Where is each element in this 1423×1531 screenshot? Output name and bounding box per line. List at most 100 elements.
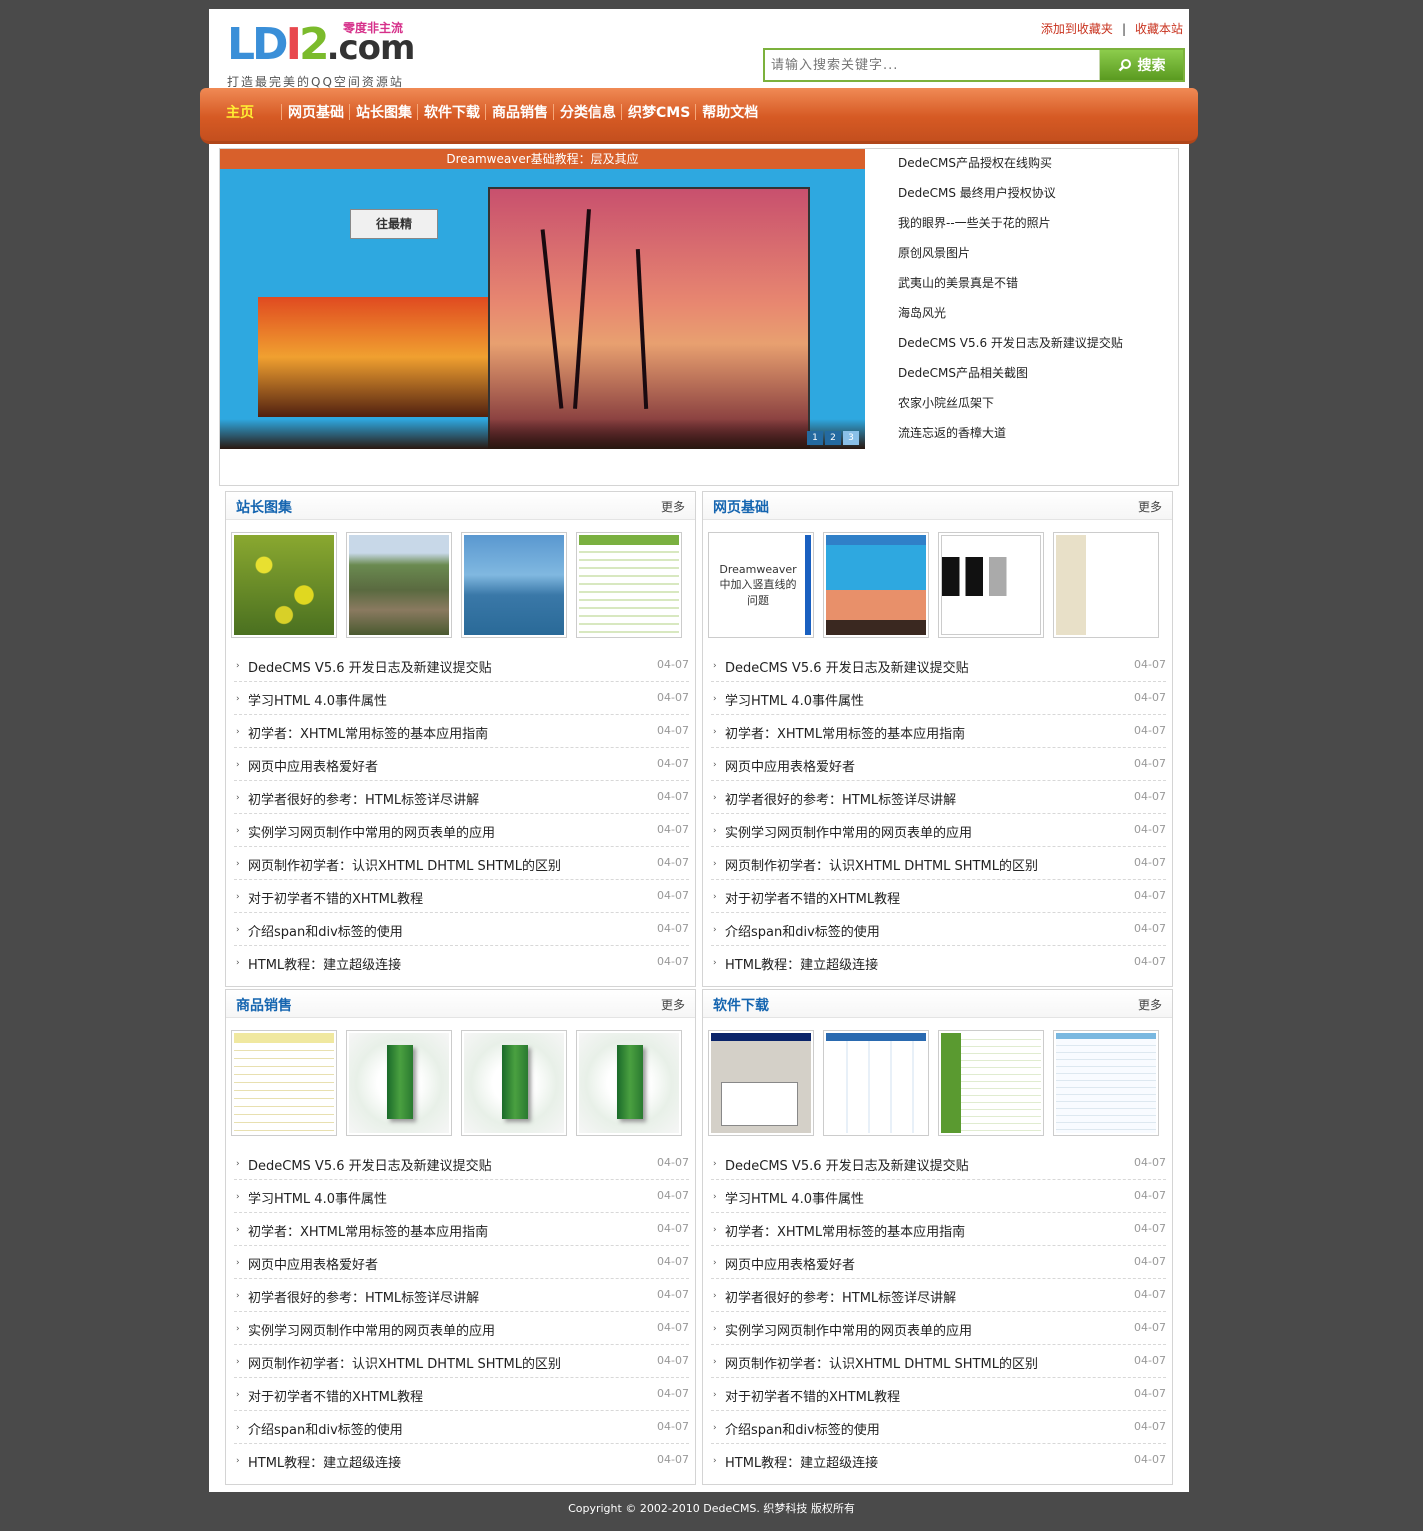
- article-item[interactable]: › 介绍span和div标签的使用 04-07: [234, 1411, 689, 1444]
- article-item[interactable]: › 对于初学者不错的XHTML教程 04-07: [234, 1378, 689, 1411]
- article-item[interactable]: › 网页中应用表格爱好者 04-07: [234, 1246, 689, 1279]
- article-title[interactable]: 介绍span和div标签的使用: [725, 1419, 880, 1438]
- thumbnail[interactable]: [576, 532, 682, 638]
- headline-item[interactable]: 海岛风光: [898, 303, 1168, 333]
- section-more-link[interactable]: 更多: [661, 498, 685, 515]
- article-title[interactable]: 对于初学者不错的XHTML教程: [248, 888, 423, 907]
- headline-item[interactable]: 我的眼界--一些关于花的照片: [898, 213, 1168, 243]
- section-title[interactable]: 软件下载: [713, 995, 769, 1015]
- article-title[interactable]: 介绍span和div标签的使用: [248, 1419, 403, 1438]
- article-title[interactable]: 初学者很好的参考：HTML标签详尽讲解: [725, 1287, 956, 1306]
- headline-item[interactable]: DedeCMS 最终用户授权协议: [898, 183, 1168, 213]
- article-item[interactable]: › 实例学习网页制作中常用的网页表单的应用 04-07: [234, 814, 689, 847]
- nav-item-products[interactable]: 商品销售: [485, 102, 554, 122]
- headline-item[interactable]: 农家小院丝瓜架下: [898, 393, 1168, 423]
- article-item[interactable]: › 学习HTML 4.0事件属性 04-07: [711, 682, 1166, 715]
- article-item[interactable]: › 初学者很好的参考：HTML标签详尽讲解 04-07: [234, 781, 689, 814]
- section-title[interactable]: 站长图集: [236, 497, 292, 517]
- article-item[interactable]: › 初学者：XHTML常用标签的基本应用指南 04-07: [711, 1213, 1166, 1246]
- nav-item-downloads[interactable]: 软件下载: [417, 102, 486, 122]
- add-favorite-link[interactable]: 添加到收藏夹: [1041, 22, 1113, 36]
- article-title[interactable]: DedeCMS V5.6 开发日志及新建议提交贴: [725, 1155, 969, 1174]
- article-title[interactable]: 对于初学者不错的XHTML教程: [725, 1386, 900, 1405]
- article-item[interactable]: › DedeCMS V5.6 开发日志及新建议提交贴 04-07: [234, 649, 689, 682]
- slide-page-2[interactable]: 2: [825, 431, 841, 445]
- article-item[interactable]: › 对于初学者不错的XHTML教程 04-07: [711, 1378, 1166, 1411]
- thumbnail[interactable]: [823, 1030, 929, 1136]
- thumbnail[interactable]: [231, 1030, 337, 1136]
- section-more-link[interactable]: 更多: [661, 996, 685, 1013]
- headline-item[interactable]: DedeCMS产品相关截图: [898, 363, 1168, 393]
- article-title[interactable]: 网页中应用表格爱好者: [248, 1254, 378, 1273]
- article-title[interactable]: 初学者：XHTML常用标签的基本应用指南: [725, 1221, 965, 1240]
- article-item[interactable]: › DedeCMS V5.6 开发日志及新建议提交贴 04-07: [711, 1147, 1166, 1180]
- thumbnail[interactable]: Dreamweaver中加入竖直线的问题: [708, 532, 814, 638]
- article-title[interactable]: DedeCMS V5.6 开发日志及新建议提交贴: [248, 1155, 492, 1174]
- article-item[interactable]: › HTML教程：建立超级连接 04-07: [234, 946, 689, 979]
- thumbnail[interactable]: [1053, 1030, 1159, 1136]
- article-title[interactable]: HTML教程：建立超级连接: [725, 954, 878, 973]
- article-title[interactable]: 初学者很好的参考：HTML标签详尽讲解: [248, 1287, 479, 1306]
- article-title[interactable]: 学习HTML 4.0事件属性: [725, 690, 864, 709]
- article-title[interactable]: 初学者很好的参考：HTML标签详尽讲解: [725, 789, 956, 808]
- article-title[interactable]: 网页中应用表格爱好者: [248, 756, 378, 775]
- article-item[interactable]: › 学习HTML 4.0事件属性 04-07: [234, 1180, 689, 1213]
- article-title[interactable]: 初学者：XHTML常用标签的基本应用指南: [248, 723, 488, 742]
- search-button[interactable]: 搜索: [1100, 50, 1183, 80]
- thumbnail[interactable]: [1053, 532, 1159, 638]
- article-title[interactable]: 实例学习网页制作中常用的网页表单的应用: [725, 1320, 972, 1339]
- thumbnail[interactable]: [346, 532, 452, 638]
- article-title[interactable]: 实例学习网页制作中常用的网页表单的应用: [248, 1320, 495, 1339]
- nav-item-classifieds[interactable]: 分类信息: [553, 102, 622, 122]
- thumbnail[interactable]: [346, 1030, 452, 1136]
- article-item[interactable]: › 学习HTML 4.0事件属性 04-07: [711, 1180, 1166, 1213]
- article-title[interactable]: 实例学习网页制作中常用的网页表单的应用: [248, 822, 495, 841]
- nav-item-home[interactable]: 主页: [220, 102, 282, 122]
- article-item[interactable]: › 介绍span和div标签的使用 04-07: [711, 1411, 1166, 1444]
- article-item[interactable]: › 实例学习网页制作中常用的网页表单的应用 04-07: [711, 1312, 1166, 1345]
- article-item[interactable]: › 网页中应用表格爱好者 04-07: [234, 748, 689, 781]
- article-title[interactable]: 介绍span和div标签的使用: [248, 921, 403, 940]
- article-item[interactable]: › 对于初学者不错的XHTML教程 04-07: [234, 880, 689, 913]
- thumbnail[interactable]: [576, 1030, 682, 1136]
- slide-page-3[interactable]: 3: [843, 431, 859, 445]
- thumbnail[interactable]: [823, 532, 929, 638]
- headline-item[interactable]: 流连忘返的香樟大道: [898, 423, 1168, 453]
- article-item[interactable]: › HTML教程：建立超级连接 04-07: [711, 946, 1166, 979]
- thumbnail[interactable]: [938, 532, 1044, 638]
- article-item[interactable]: › DedeCMS V5.6 开发日志及新建议提交贴 04-07: [711, 649, 1166, 682]
- article-item[interactable]: › 学习HTML 4.0事件属性 04-07: [234, 682, 689, 715]
- headline-item[interactable]: 原创风景图片: [898, 243, 1168, 273]
- nav-item-dedecms[interactable]: 织梦CMS: [620, 102, 696, 122]
- article-title[interactable]: HTML教程：建立超级连接: [725, 1452, 878, 1471]
- nav-item-help[interactable]: 帮助文档: [695, 102, 764, 122]
- article-title[interactable]: 网页中应用表格爱好者: [725, 756, 855, 775]
- slideshow-caption[interactable]: Dreamweaver基础教程：层及其应: [220, 149, 865, 169]
- article-title[interactable]: DedeCMS V5.6 开发日志及新建议提交贴: [248, 657, 492, 676]
- headline-item[interactable]: DedeCMS V5.6 开发日志及新建议提交贴: [898, 333, 1168, 363]
- article-item[interactable]: › HTML教程：建立超级连接 04-07: [711, 1444, 1166, 1477]
- nav-item-web-basics[interactable]: 网页基础: [281, 102, 350, 122]
- thumbnail[interactable]: [461, 532, 567, 638]
- article-item[interactable]: › 初学者很好的参考：HTML标签详尽讲解 04-07: [711, 781, 1166, 814]
- article-item[interactable]: › HTML教程：建立超级连接 04-07: [234, 1444, 689, 1477]
- site-logo[interactable]: LDI2.com 零度非主流 打造最完美的QQ空间资源站: [227, 19, 417, 89]
- article-title[interactable]: HTML教程：建立超级连接: [248, 954, 401, 973]
- article-title[interactable]: 对于初学者不错的XHTML教程: [725, 888, 900, 907]
- article-item[interactable]: › 网页中应用表格爱好者 04-07: [711, 748, 1166, 781]
- article-item[interactable]: › 初学者：XHTML常用标签的基本应用指南 04-07: [234, 1213, 689, 1246]
- article-title[interactable]: 网页中应用表格爱好者: [725, 1254, 855, 1273]
- article-title[interactable]: 网页制作初学者：认识XHTML DHTML SHTML的区别: [725, 1353, 1038, 1372]
- article-item[interactable]: › 网页制作初学者：认识XHTML DHTML SHTML的区别 04-07: [234, 1345, 689, 1378]
- bookmark-link[interactable]: 收藏本站: [1135, 22, 1183, 36]
- thumbnail[interactable]: [461, 1030, 567, 1136]
- article-item[interactable]: › DedeCMS V5.6 开发日志及新建议提交贴 04-07: [234, 1147, 689, 1180]
- thumbnail[interactable]: [231, 532, 337, 638]
- nav-item-gallery[interactable]: 站长图集: [349, 102, 418, 122]
- article-title[interactable]: 网页制作初学者：认识XHTML DHTML SHTML的区别: [725, 855, 1038, 874]
- article-title[interactable]: 学习HTML 4.0事件属性: [725, 1188, 864, 1207]
- thumbnail[interactable]: [708, 1030, 814, 1136]
- article-title[interactable]: 对于初学者不错的XHTML教程: [248, 1386, 423, 1405]
- section-title[interactable]: 商品销售: [236, 995, 292, 1015]
- article-title[interactable]: 实例学习网页制作中常用的网页表单的应用: [725, 822, 972, 841]
